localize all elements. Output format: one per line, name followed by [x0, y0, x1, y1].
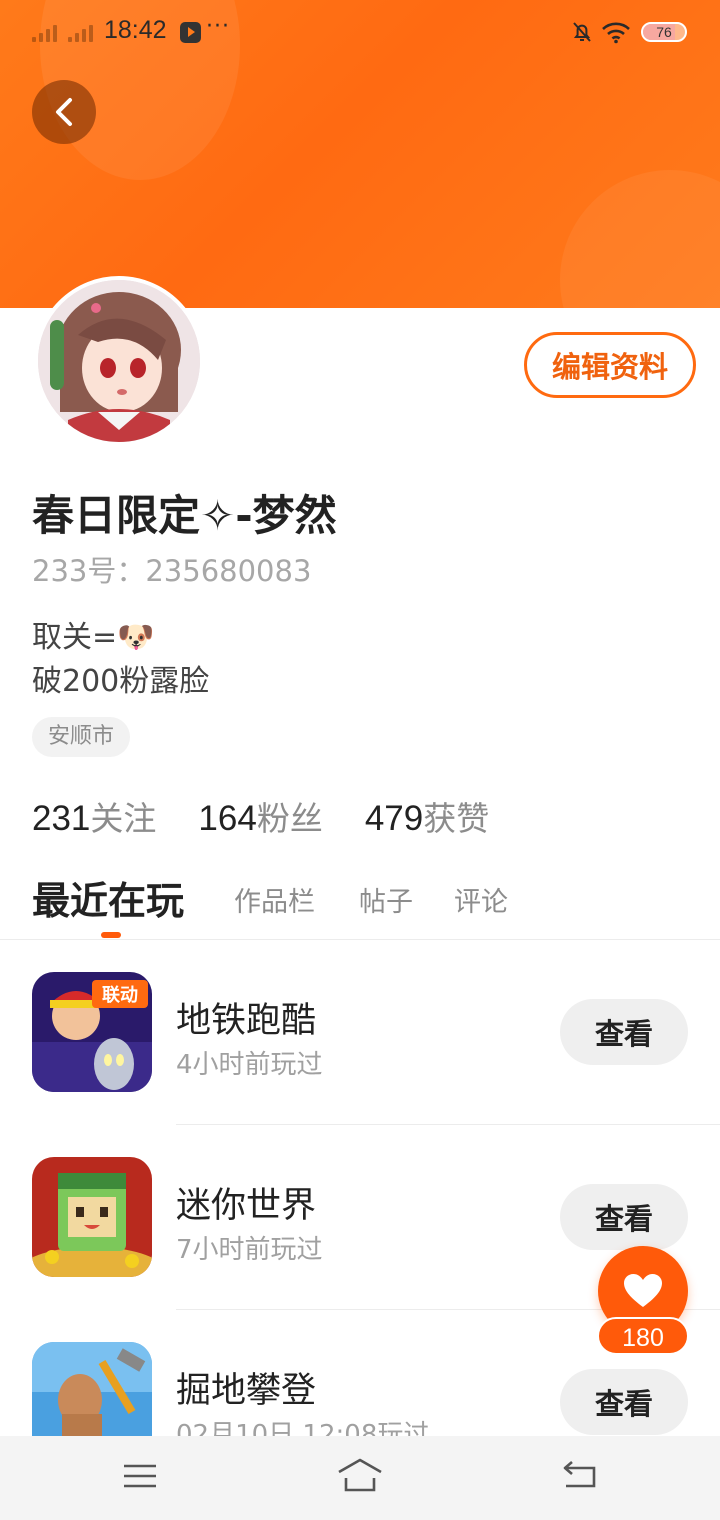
location-tag: 安顺市 — [32, 717, 131, 757]
stat-number: 164 — [198, 799, 257, 838]
heart-icon — [624, 1274, 662, 1307]
signal-icon — [68, 22, 93, 42]
dog-emoji-icon: 🐶 — [117, 620, 155, 655]
wifi-icon — [602, 22, 630, 44]
like-count: 180 — [597, 1317, 689, 1355]
game-title: 掘地攀登 — [176, 1371, 317, 1411]
tab-comments[interactable]: 评论 — [454, 880, 508, 919]
tab-works[interactable]: 作品栏 — [234, 880, 315, 919]
user-id: 233号：235680083 — [32, 554, 312, 588]
stat-following[interactable]: 231关注 — [32, 792, 156, 840]
view-button[interactable]: 查看 — [560, 999, 688, 1065]
banner-decoration — [560, 170, 720, 308]
menu-icon[interactable] — [122, 1456, 158, 1496]
username: 春日限定✧-梦然 — [32, 491, 337, 540]
status-time: 18:42 — [104, 16, 167, 44]
battery-indicator: 76 — [641, 22, 687, 42]
stat-number: 479 — [364, 799, 424, 838]
bio-line-2: 破200粉露脸 — [32, 664, 210, 699]
view-button[interactable]: 查看 — [560, 1369, 688, 1435]
chevron-left-icon — [56, 98, 72, 126]
game-badge: 联动 — [102, 985, 138, 1006]
back-button[interactable] — [32, 80, 96, 144]
profile-stats: 231关注 164粉丝 479获赞 — [32, 792, 489, 840]
avatar[interactable] — [34, 276, 204, 446]
game-played-time: 4小时前玩过 — [176, 1050, 323, 1080]
getting-over-it-game-icon — [32, 1342, 152, 1436]
game-played-time: 02月10日 12:08玩过 — [176, 1420, 430, 1436]
stat-fans[interactable]: 164粉丝 — [198, 792, 322, 840]
game-title: 地铁跑酷 — [176, 1001, 317, 1041]
anime-girl-avatar-image — [38, 280, 200, 442]
stat-likes[interactable]: 479获赞 — [365, 792, 489, 840]
game-played-time: 7小时前玩过 — [176, 1235, 323, 1265]
tab-recently-played[interactable]: 最近在玩 — [32, 870, 184, 925]
edit-profile-button[interactable]: 编辑资料 — [524, 332, 696, 398]
status-bar: 18:42 ··· 76 — [0, 0, 720, 66]
game-title: 迷你世界 — [176, 1186, 317, 1226]
more-notifications-icon: ··· — [206, 14, 230, 39]
signal-icon — [32, 22, 57, 42]
video-app-icon — [180, 22, 201, 43]
battery-level-text: 76 — [656, 24, 672, 40]
bio-line-1: 取关=🐶 — [32, 612, 155, 656]
mini-world-game-icon — [32, 1157, 152, 1277]
tab-posts[interactable]: 帖子 — [359, 880, 413, 919]
bell-off-icon — [573, 22, 591, 42]
active-tab-indicator — [101, 932, 121, 938]
stat-label: 粉丝 — [256, 799, 323, 838]
stat-number: 231 — [32, 799, 91, 838]
subway-surfers-game-icon: 联动 — [32, 972, 152, 1092]
home-icon[interactable] — [336, 1456, 384, 1496]
list-item[interactable]: 联动 地铁跑酷 4小时前玩过 查看 — [0, 940, 720, 1124]
stat-label: 获赞 — [423, 799, 490, 838]
view-button[interactable]: 查看 — [560, 1184, 688, 1250]
system-navigation-bar — [0, 1436, 720, 1520]
bio-text: 取关= — [32, 620, 118, 655]
back-nav-icon[interactable] — [560, 1456, 600, 1496]
stat-label: 关注 — [90, 799, 157, 838]
